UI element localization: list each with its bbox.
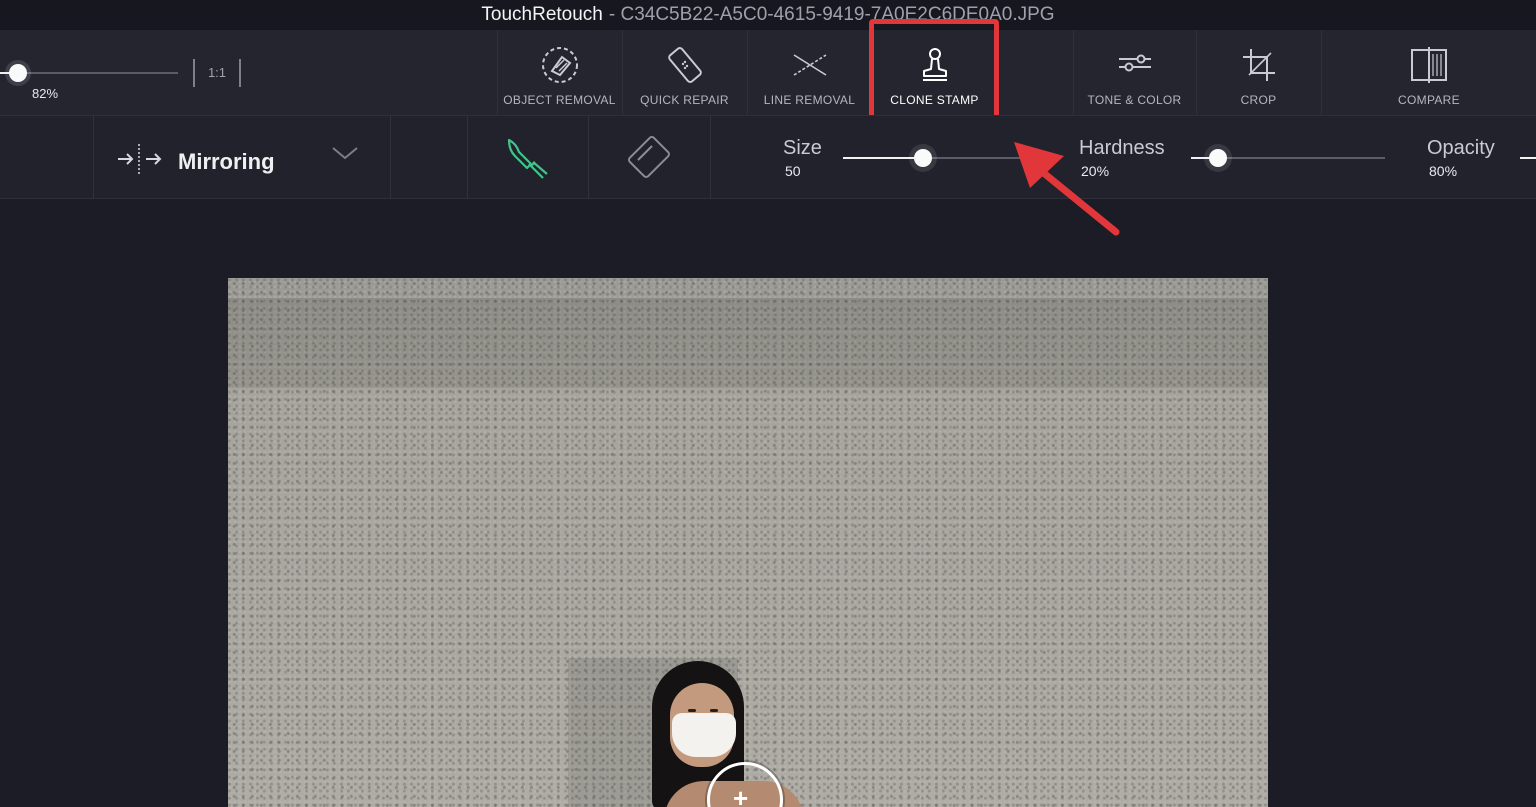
window-title-bar: TouchRetouch - C34C5B22-A5C0-4615-9419-7… bbox=[0, 0, 1536, 30]
opacity-value: 80% bbox=[1429, 163, 1458, 179]
annotation-arrow-icon bbox=[1014, 142, 1120, 236]
tool-label: TONE & COLOR bbox=[1087, 93, 1182, 107]
line-removal-icon bbox=[790, 45, 830, 85]
brush-cursor-plus-icon: + bbox=[733, 783, 749, 807]
eye bbox=[710, 709, 718, 712]
photo-canvas[interactable]: + bbox=[228, 278, 1268, 807]
tool-object-removal[interactable]: OBJECT REMOVAL bbox=[497, 30, 621, 115]
tool-label: CLONE STAMP bbox=[890, 93, 979, 107]
hardness-slider-knob[interactable] bbox=[1209, 149, 1228, 167]
opacity-label: Opacity bbox=[1427, 137, 1495, 159]
tool-options-bar: Mirroring Size 50 Hardness 20% Opacity 8… bbox=[0, 115, 1536, 200]
size-value: 50 bbox=[785, 163, 801, 179]
tool-label: LINE REMOVAL bbox=[763, 93, 856, 107]
tool-crop[interactable]: CROP bbox=[1196, 30, 1320, 115]
crop-icon bbox=[1239, 45, 1279, 85]
brush-icon[interactable] bbox=[503, 134, 551, 187]
zoom-slider-knob[interactable] bbox=[9, 64, 27, 82]
mode-selector[interactable]: Mirroring bbox=[116, 144, 358, 179]
wall-shadow bbox=[228, 298, 1268, 388]
tool-line-removal[interactable]: LINE REMOVAL bbox=[747, 30, 871, 115]
mirror-icon bbox=[116, 144, 162, 179]
file-name: - C34C5B22-A5C0-4615-9419-7A0E2C6DE0A0.J… bbox=[608, 4, 1055, 25]
compare-icon bbox=[1409, 45, 1449, 85]
divider bbox=[588, 116, 589, 200]
divider bbox=[710, 116, 711, 200]
opacity-slider-fill[interactable] bbox=[1520, 157, 1536, 159]
eye bbox=[688, 709, 696, 712]
tool-label: CROP bbox=[1240, 93, 1277, 107]
tool-quick-repair[interactable]: QUICK REPAIR bbox=[622, 30, 746, 115]
tool-label: QUICK REPAIR bbox=[640, 93, 729, 107]
tool-tone-color[interactable]: TONE & COLOR bbox=[1073, 30, 1195, 115]
bandage-icon bbox=[665, 45, 705, 85]
tool-label: COMPARE bbox=[1398, 93, 1460, 107]
face-mask bbox=[672, 713, 736, 757]
eraser-icon[interactable] bbox=[624, 134, 674, 187]
divider bbox=[93, 116, 94, 200]
zoom-percent: 82% bbox=[32, 86, 59, 101]
tool-label: OBJECT REMOVAL bbox=[503, 93, 616, 107]
actual-size-button[interactable]: 1:1 bbox=[193, 59, 241, 87]
size-slider-knob[interactable] bbox=[913, 149, 932, 167]
chevron-down-icon[interactable] bbox=[330, 142, 360, 167]
tool-compare[interactable]: COMPARE bbox=[1321, 30, 1536, 115]
mode-label: Mirroring bbox=[178, 148, 275, 174]
tool-clone-stamp[interactable]: CLONE STAMP bbox=[872, 30, 996, 115]
size-label: Size bbox=[783, 137, 822, 159]
stamp-icon bbox=[915, 45, 955, 85]
app-name: TouchRetouch bbox=[481, 4, 603, 25]
sliders-icon bbox=[1115, 45, 1155, 85]
size-slider-fill bbox=[843, 157, 923, 159]
divider bbox=[467, 116, 468, 200]
divider bbox=[390, 116, 391, 200]
object-removal-icon bbox=[540, 45, 580, 85]
main-toolbar: 82% 1:1 OBJECT REMOVAL QUICK REPAIR LINE… bbox=[0, 30, 1536, 115]
